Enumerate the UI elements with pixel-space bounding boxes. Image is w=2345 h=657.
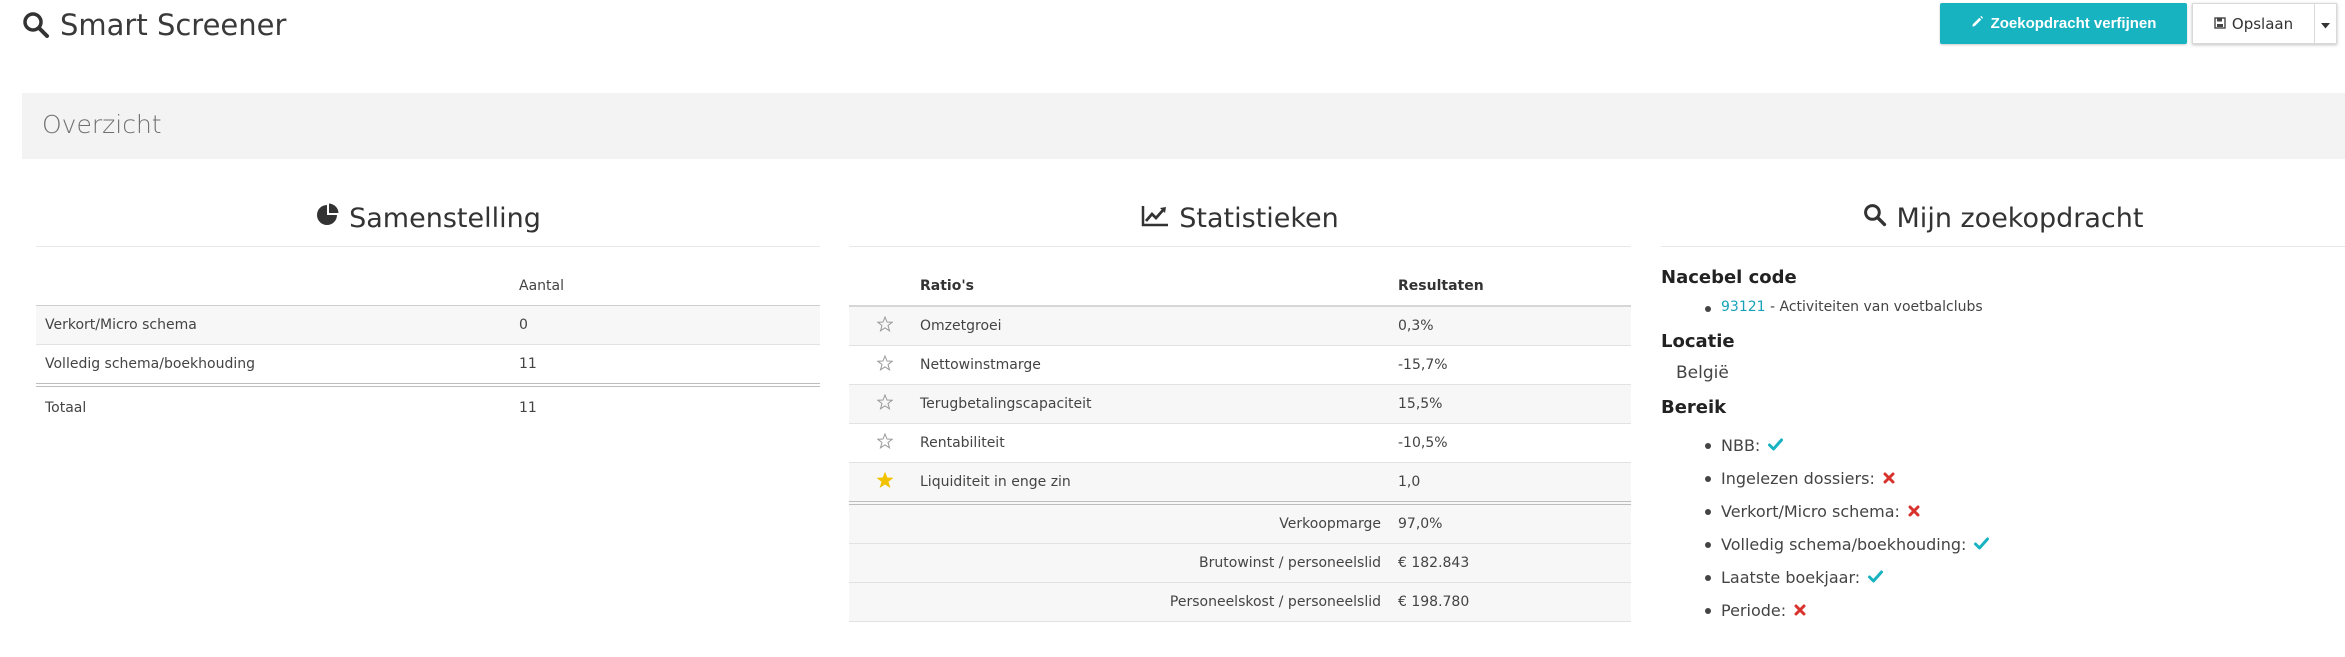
statistics-title: Statistieken	[1179, 202, 1339, 234]
column-header-ratios: Ratio's	[920, 278, 974, 294]
top-bar: Smart Screener Zoekopdracht verfijnen Op…	[0, 0, 2345, 82]
list-item: Ingelezen dossiers:	[1661, 462, 2345, 495]
table-row: Personeelskost / personeelslid € 198.780	[849, 582, 1631, 622]
check-icon	[1974, 535, 1990, 554]
overview-panel-header: Overzicht	[22, 93, 2345, 159]
composition-heading: Samenstelling	[36, 190, 820, 247]
ratio-value: -10,5%	[1398, 435, 1448, 451]
ratio-label: Rentabiliteit	[920, 435, 1005, 451]
list-item: NBB:	[1661, 429, 2345, 462]
table-row: Nettowinstmarge -15,7%	[849, 346, 1631, 385]
extra-value: € 182.843	[1398, 555, 1470, 571]
cross-icon	[1883, 469, 1895, 488]
line-chart-icon	[1141, 203, 1169, 234]
cross-icon	[1794, 601, 1806, 620]
nace-section-title: Nacebel code	[1661, 267, 1797, 288]
composition-title: Samenstelling	[349, 202, 541, 234]
range-list: NBB: Ingelezen dossiers: Verkort/Micro s…	[1661, 429, 2345, 627]
table-row: Brutowinst / personeelslid € 182.843	[849, 543, 1631, 583]
table-row: Rentabiliteit -10,5%	[849, 424, 1631, 463]
save-options-toggle[interactable]	[2314, 3, 2337, 44]
star-icon[interactable]	[875, 354, 894, 375]
table-row: Liquiditeit in enge zin 1,0	[849, 462, 1631, 503]
save-label: Opslaan	[2231, 14, 2294, 33]
table-header-row: Ratio's Resultaten	[849, 267, 1631, 306]
extra-label: Verkoopmarge	[1279, 516, 1381, 532]
total-row: Totaal 11	[36, 385, 820, 429]
row-value: 0	[519, 317, 528, 333]
list-item: Verkort/Micro schema:	[1661, 495, 2345, 528]
extra-label: Brutowinst / personeelslid	[1199, 555, 1381, 571]
search-icon	[22, 11, 50, 39]
extra-value: 97,0%	[1398, 516, 1443, 532]
total-value: 11	[519, 400, 537, 416]
refine-search-label: Zoekopdracht verfijnen	[1990, 15, 2157, 32]
table-row: Verkoopmarge 97,0%	[849, 503, 1631, 544]
total-label: Totaal	[45, 400, 87, 416]
floppy-disk-icon	[2214, 15, 2226, 33]
ratio-label: Nettowinstmarge	[920, 357, 1041, 373]
extra-value: € 198.780	[1398, 594, 1470, 610]
table-row: Terugbetalingscapaciteit 15,5%	[849, 384, 1631, 424]
star-icon[interactable]	[875, 471, 894, 492]
overview-title: Overzicht	[42, 110, 162, 139]
my-search-body: Nacebel code 93121 - Activiteiten van vo…	[1661, 247, 2345, 627]
ratio-value: 0,3%	[1398, 318, 1434, 334]
ratio-label: Terugbetalingscapaciteit	[920, 396, 1092, 412]
table-header-row: Aantal	[36, 267, 820, 306]
caret-down-icon	[2321, 14, 2330, 33]
location-value: België	[1676, 363, 1729, 383]
save-button-group: Opslaan	[2192, 3, 2337, 44]
row-value: 11	[519, 356, 537, 372]
my-search-title: Mijn zoekopdracht	[1896, 202, 2144, 234]
location-section-title: Locatie	[1661, 331, 1735, 352]
star-icon[interactable]	[875, 432, 894, 453]
nace-item: 93121 - Activiteiten van voetbalclubs	[1661, 299, 2345, 323]
composition-panel: Samenstelling Aantal Verkort/Micro schem…	[36, 190, 820, 429]
composition-table: Aantal Verkort/Micro schema 0 Volledig s…	[36, 267, 820, 429]
ratio-value: 1,0	[1398, 474, 1421, 490]
table-row: Volledig schema/boekhouding 11	[36, 345, 820, 385]
cross-icon	[1908, 502, 1920, 521]
check-icon	[1768, 436, 1784, 455]
row-label: Volledig schema/boekhouding	[45, 356, 255, 372]
search-icon	[1863, 203, 1887, 234]
statistics-heading: Statistieken	[849, 190, 1631, 247]
nace-description: - Activiteiten van voetbalclubs	[1765, 299, 1983, 315]
table-row: Omzetgroei 0,3%	[849, 306, 1631, 346]
statistics-panel: Statistieken Ratio's Resultaten Omzetgro…	[849, 190, 1631, 622]
extra-label: Personeelskost / personeelslid	[1169, 594, 1381, 610]
page-title: Smart Screener	[22, 8, 286, 42]
row-label: Verkort/Micro schema	[45, 317, 197, 333]
column-header-count: Aantal	[519, 278, 564, 294]
list-item: Periode:	[1661, 594, 2345, 627]
star-icon[interactable]	[875, 393, 894, 414]
save-button[interactable]: Opslaan	[2192, 3, 2314, 44]
check-icon	[1868, 568, 1884, 587]
star-icon[interactable]	[875, 315, 894, 336]
my-search-heading: Mijn zoekopdracht	[1661, 190, 2345, 247]
range-section-title: Bereik	[1661, 397, 1727, 418]
ratio-label: Omzetgroei	[920, 318, 1002, 334]
pencil-icon	[1971, 15, 1984, 32]
ratio-label: Liquiditeit in enge zin	[920, 474, 1071, 490]
my-search-panel: Mijn zoekopdracht Nacebel code 93121 - A…	[1661, 190, 2345, 627]
page-title-text: Smart Screener	[60, 8, 287, 42]
ratio-value: 15,5%	[1398, 396, 1443, 412]
pie-chart-icon	[315, 203, 339, 234]
nace-code-link[interactable]: 93121	[1721, 299, 1766, 315]
list-item: Laatste boekjaar:	[1661, 561, 2345, 594]
refine-search-button[interactable]: Zoekopdracht verfijnen	[1940, 3, 2187, 44]
ratio-value: -15,7%	[1398, 357, 1448, 373]
statistics-table: Ratio's Resultaten Omzetgroei 0,3% Netto…	[849, 267, 1631, 622]
column-header-results: Resultaten	[1398, 278, 1484, 294]
table-row: Verkort/Micro schema 0	[36, 305, 820, 345]
list-item: Volledig schema/boekhouding:	[1661, 528, 2345, 561]
